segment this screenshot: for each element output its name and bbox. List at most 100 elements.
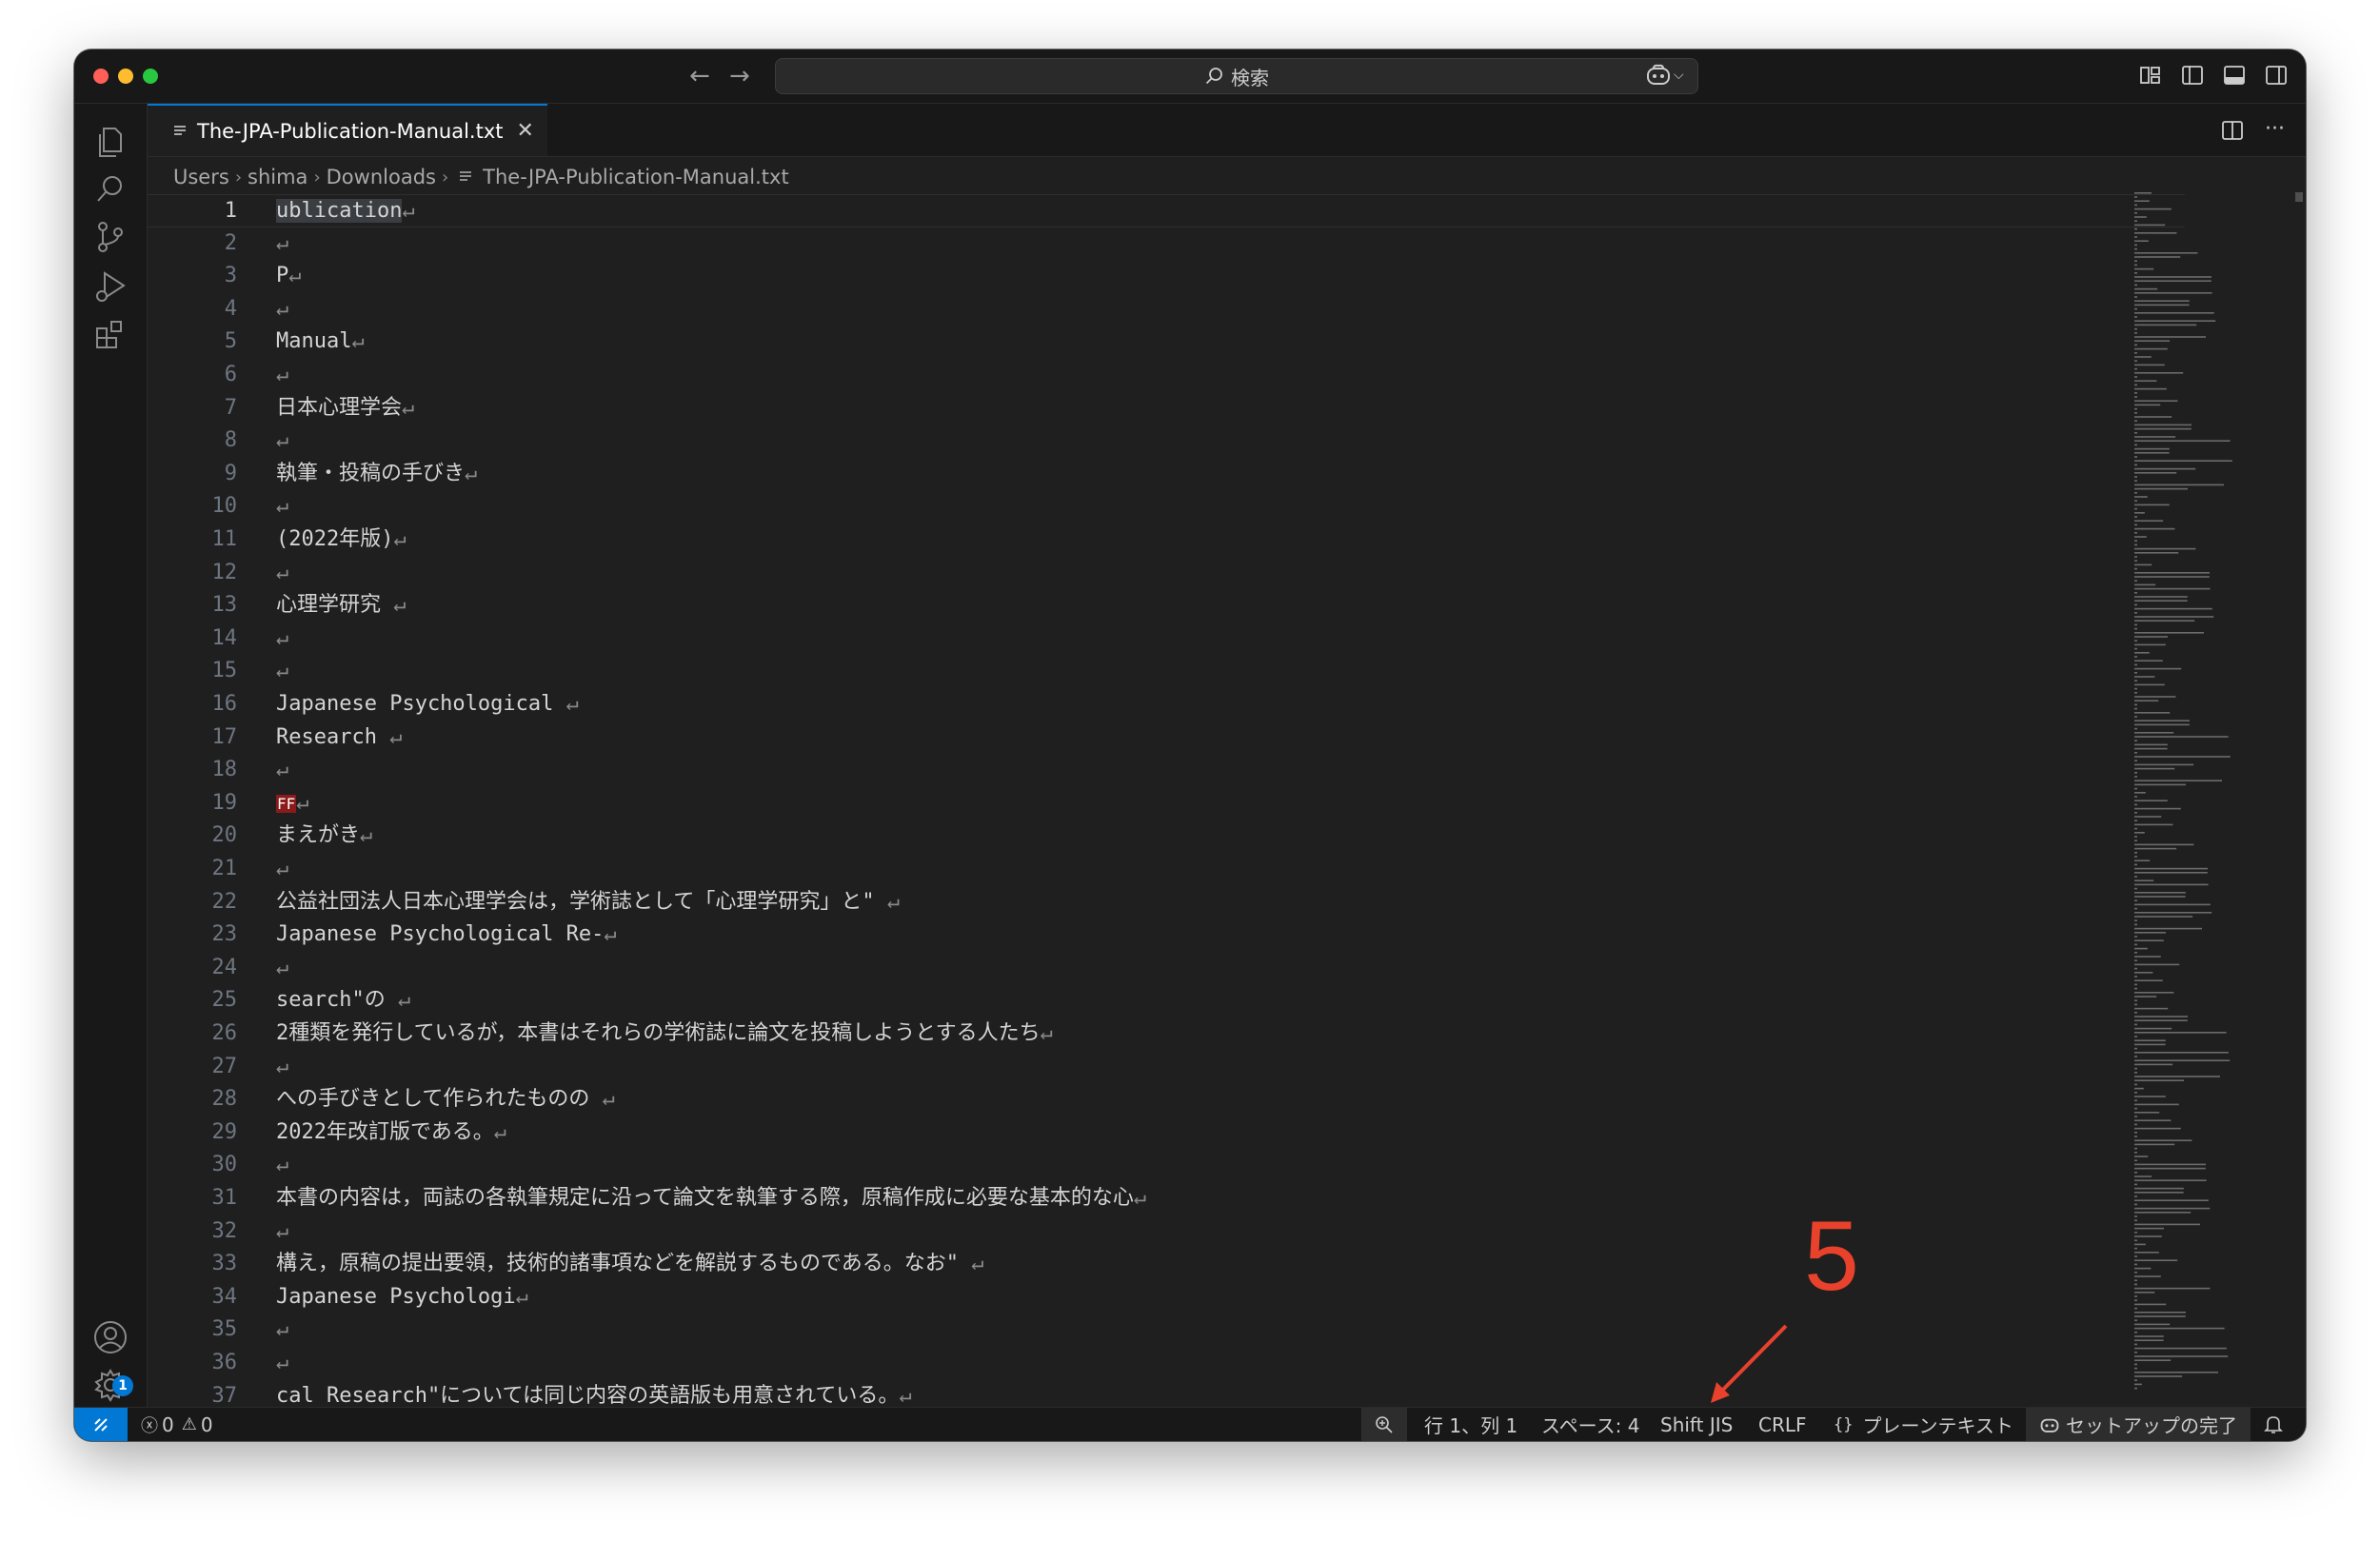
close-tab-icon[interactable]: ✕ <box>517 119 534 143</box>
minimap-line <box>2134 1039 2166 1041</box>
command-center-search[interactable]: 検索 <box>775 58 1698 94</box>
breadcrumb-item-shima[interactable]: shima <box>248 166 307 188</box>
source-control-icon[interactable] <box>91 218 129 256</box>
editor-line[interactable]: 17 Research ↵ <box>148 721 2185 755</box>
split-editor-icon[interactable] <box>2221 119 2244 142</box>
forward-arrow-icon[interactable]: → <box>729 59 750 93</box>
minimap-line <box>2134 963 2180 966</box>
editor-line[interactable]: 28 への手びきとして作られたものの ↵ <box>148 1083 2185 1116</box>
editor-line[interactable]: 31 本書の内容は，両誌の各執筆規定に沿って論文を執筆する際，原稿作成に必要な基本… <box>148 1182 2185 1215</box>
editor-line[interactable]: 30 ↵ <box>148 1149 2185 1182</box>
notifications-bell-icon[interactable] <box>2264 1408 2283 1441</box>
editor-line[interactable]: 25 search"の ↵ <box>148 984 2185 1017</box>
chevron-right-icon: › <box>234 167 243 188</box>
minimap-line <box>2134 1307 2137 1310</box>
minimap-line <box>2134 872 2208 874</box>
scrollbar-thumb[interactable] <box>2295 192 2303 202</box>
chevron-right-icon: › <box>441 167 449 188</box>
minimap-line <box>2134 647 2137 650</box>
minimap-line <box>2134 216 2147 218</box>
close-window-button[interactable] <box>93 69 109 84</box>
minimap[interactable] <box>2132 190 2280 1404</box>
editor-line[interactable]: 19 FF↵ <box>148 787 2185 820</box>
editor-line[interactable]: 21 ↵ <box>148 853 2185 886</box>
line-content: 2種類を発行しているが，本書はそれらの学術誌に論文を投稿しようとする人たち↵ <box>276 1017 1053 1050</box>
editor-line[interactable]: 6 ↵ <box>148 359 2185 392</box>
vertical-scrollbar[interactable] <box>2292 190 2304 1404</box>
editor-line[interactable]: 20 まえがき↵ <box>148 820 2185 853</box>
encoding-selector[interactable]: Shift JIS <box>1660 1408 1733 1441</box>
editor-line[interactable]: 22 公益社団法人日本心理学会は，学術誌として「心理学研究」と" ↵ <box>148 886 2185 919</box>
toggle-secondary-sidebar-icon[interactable] <box>2264 63 2289 88</box>
editor-line[interactable]: 11 (2022年版)↵ <box>148 524 2185 557</box>
minimap-line <box>2134 1156 2149 1157</box>
remote-indicator-button[interactable] <box>74 1408 128 1441</box>
editor-line[interactable]: 5 Manual↵ <box>148 326 2185 359</box>
minimap-line <box>2134 792 2146 794</box>
copilot-setup-button[interactable]: セットアップの完了 <box>2026 1408 2251 1441</box>
editor-line[interactable]: 34 Japanese Psychologi↵ <box>148 1281 2185 1314</box>
editor-line[interactable]: 35 ↵ <box>148 1314 2185 1347</box>
editor-line[interactable]: 18 ↵ <box>148 754 2185 787</box>
minimap-line <box>2134 1059 2231 1061</box>
indentation-setting[interactable]: スペース: 4 <box>1541 1408 1639 1441</box>
breadcrumb-item-users[interactable]: Users <box>173 166 229 188</box>
accounts-icon[interactable] <box>91 1318 129 1356</box>
editor-line[interactable]: 16 Japanese Psychological ↵ <box>148 688 2185 721</box>
editor-line[interactable]: 14 ↵ <box>148 622 2185 656</box>
problems-indicator[interactable]: ⓧ 0 ⚠ 0 <box>141 1408 213 1441</box>
breadcrumb-item-downloads[interactable]: Downloads <box>327 166 436 188</box>
line-number: 20 <box>211 823 238 848</box>
zoom-window-button[interactable] <box>143 69 158 84</box>
editor-line[interactable]: 9 執筆・投稿の手びき↵ <box>148 458 2185 491</box>
editor-line[interactable]: 24 ↵ <box>148 952 2185 985</box>
run-debug-icon[interactable] <box>91 267 129 306</box>
minimap-line <box>2134 220 2137 222</box>
back-arrow-icon[interactable]: ← <box>689 59 710 93</box>
minimap-line <box>2134 643 2166 646</box>
extensions-icon[interactable] <box>91 315 129 353</box>
text-editor[interactable]: 1 ublication↵ 2 ↵ 3 P↵ 4 ↵ 5 Manual↵ 6 ↵ 7 日本心理学会↵ 8 ↵ 9… <box>148 192 2306 1408</box>
editor-line[interactable]: 32 ↵ <box>148 1215 2185 1249</box>
editor-tab-active[interactable]: The-JPA-Publication-Manual.txt ✕ <box>148 104 547 156</box>
editor-line[interactable]: 26 2種類を発行しているが，本書はそれらの学術誌に論文を投稿しようとする人たち↵ <box>148 1017 2185 1051</box>
copilot-menu-button[interactable]: ⌵ <box>1645 63 1684 88</box>
editor-line[interactable]: 4 ↵ <box>148 293 2185 326</box>
eol-selector[interactable]: CRLF <box>1758 1408 1807 1441</box>
minimap-line <box>2134 400 2178 402</box>
minimize-window-button[interactable] <box>118 69 133 84</box>
editor-line[interactable]: 33 構え，原稿の提出要領，技術的諸事項などを解説するものである。なお" ↵ <box>148 1248 2185 1281</box>
cursor-position[interactable]: 行 1、列 1 <box>1424 1408 1517 1441</box>
minimap-line <box>2134 743 2168 746</box>
language-mode[interactable]: {} プレーンテキスト <box>1834 1408 2013 1441</box>
editor-line[interactable]: 12 ↵ <box>148 557 2185 590</box>
search-view-icon[interactable] <box>91 170 129 208</box>
minimap-line <box>2134 663 2137 666</box>
toggle-primary-sidebar-icon[interactable] <box>2180 63 2205 88</box>
minimap-line <box>2134 1379 2137 1381</box>
minimap-line <box>2134 580 2137 582</box>
editor-line[interactable]: 2 ↵ <box>148 227 2185 261</box>
minimap-line <box>2134 1052 2229 1054</box>
editor-line[interactable]: 3 P↵ <box>148 260 2185 293</box>
more-actions-icon[interactable]: ··· <box>2265 119 2285 142</box>
editor-line[interactable]: 23 Japanese Psychological Re-↵ <box>148 919 2185 952</box>
editor-line[interactable]: 10 ↵ <box>148 490 2185 524</box>
line-number: 6 <box>224 363 237 386</box>
toggle-panel-icon[interactable] <box>2222 63 2247 88</box>
explorer-icon[interactable] <box>91 123 129 161</box>
minimap-line <box>2134 1167 2206 1170</box>
editor-line[interactable]: 36 ↵ <box>148 1347 2185 1380</box>
editor-line[interactable]: 7 日本心理学会↵ <box>148 392 2185 425</box>
editor-line[interactable]: 27 ↵ <box>148 1051 2185 1084</box>
end-of-line-marker: ↵ <box>397 988 411 1013</box>
breadcrumb-item-file[interactable]: The-JPA-Publication-Manual.txt <box>483 166 789 188</box>
minimap-line <box>2134 307 2137 310</box>
editor-line[interactable]: 8 ↵ <box>148 425 2185 458</box>
editor-line[interactable]: 15 ↵ <box>148 655 2185 688</box>
editor-line[interactable]: 13 心理学研究 ↵ <box>148 589 2185 622</box>
zoom-indicator[interactable] <box>1361 1408 1407 1441</box>
customize-layout-icon[interactable] <box>2138 63 2163 88</box>
editor-line[interactable]: 29 2022年改訂版である。↵ <box>148 1116 2185 1150</box>
editor-line[interactable]: 1 ublication↵ <box>148 194 2185 227</box>
